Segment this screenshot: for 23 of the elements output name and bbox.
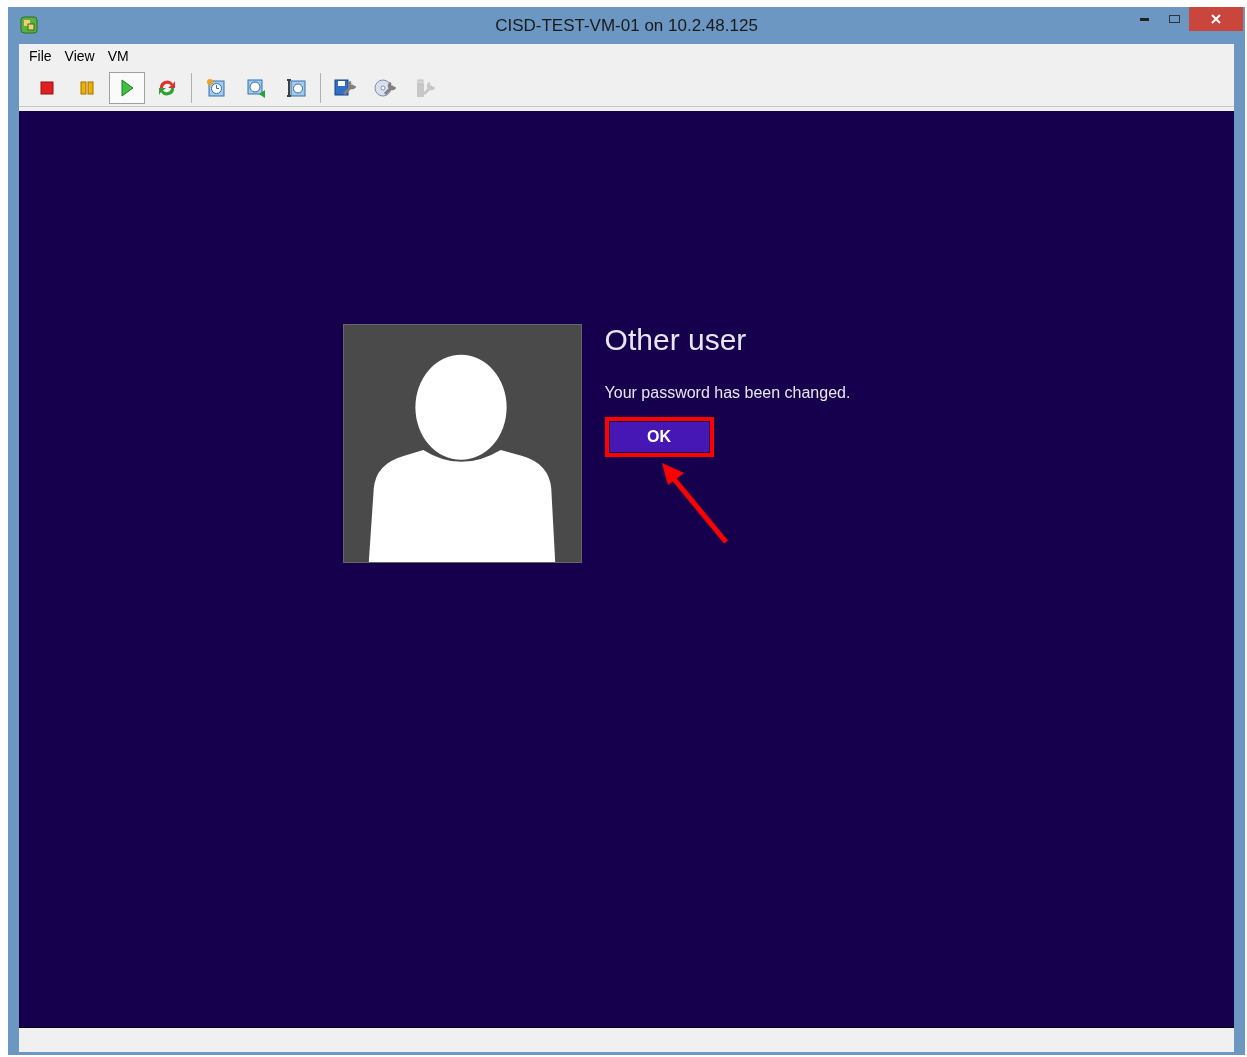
clock-arrow-icon: [246, 77, 266, 98]
menu-item[interactable]: File: [29, 46, 52, 67]
minimize-icon: [1139, 17, 1149, 21]
stop-icon: [40, 80, 54, 95]
window-title: CISD-TEST-VM-01 on 10.2.48.125: [494, 14, 759, 37]
menu-item[interactable]: View: [64, 46, 95, 67]
play-icon: [120, 78, 134, 97]
disk-wrench-icon: [334, 77, 356, 98]
ok-button[interactable]: OK: [609, 422, 709, 452]
reset-icon: [157, 77, 177, 98]
close-icon: [1211, 14, 1221, 24]
user-name: Other user: [604, 322, 747, 358]
clock-wrench-icon: [286, 77, 306, 98]
disc-wrench-icon: [374, 77, 396, 98]
status-message: Your password has been changed.: [604, 383, 851, 403]
app-icon: [20, 16, 38, 34]
menu-item[interactable]: VM: [107, 46, 129, 67]
user-avatar-icon: [342, 324, 582, 563]
maximize-icon: [1168, 15, 1180, 23]
usb-wrench-icon: [414, 77, 436, 98]
clock-icon: [206, 77, 226, 98]
pause-icon: [80, 80, 94, 95]
close-button[interactable]: [1189, 7, 1243, 31]
